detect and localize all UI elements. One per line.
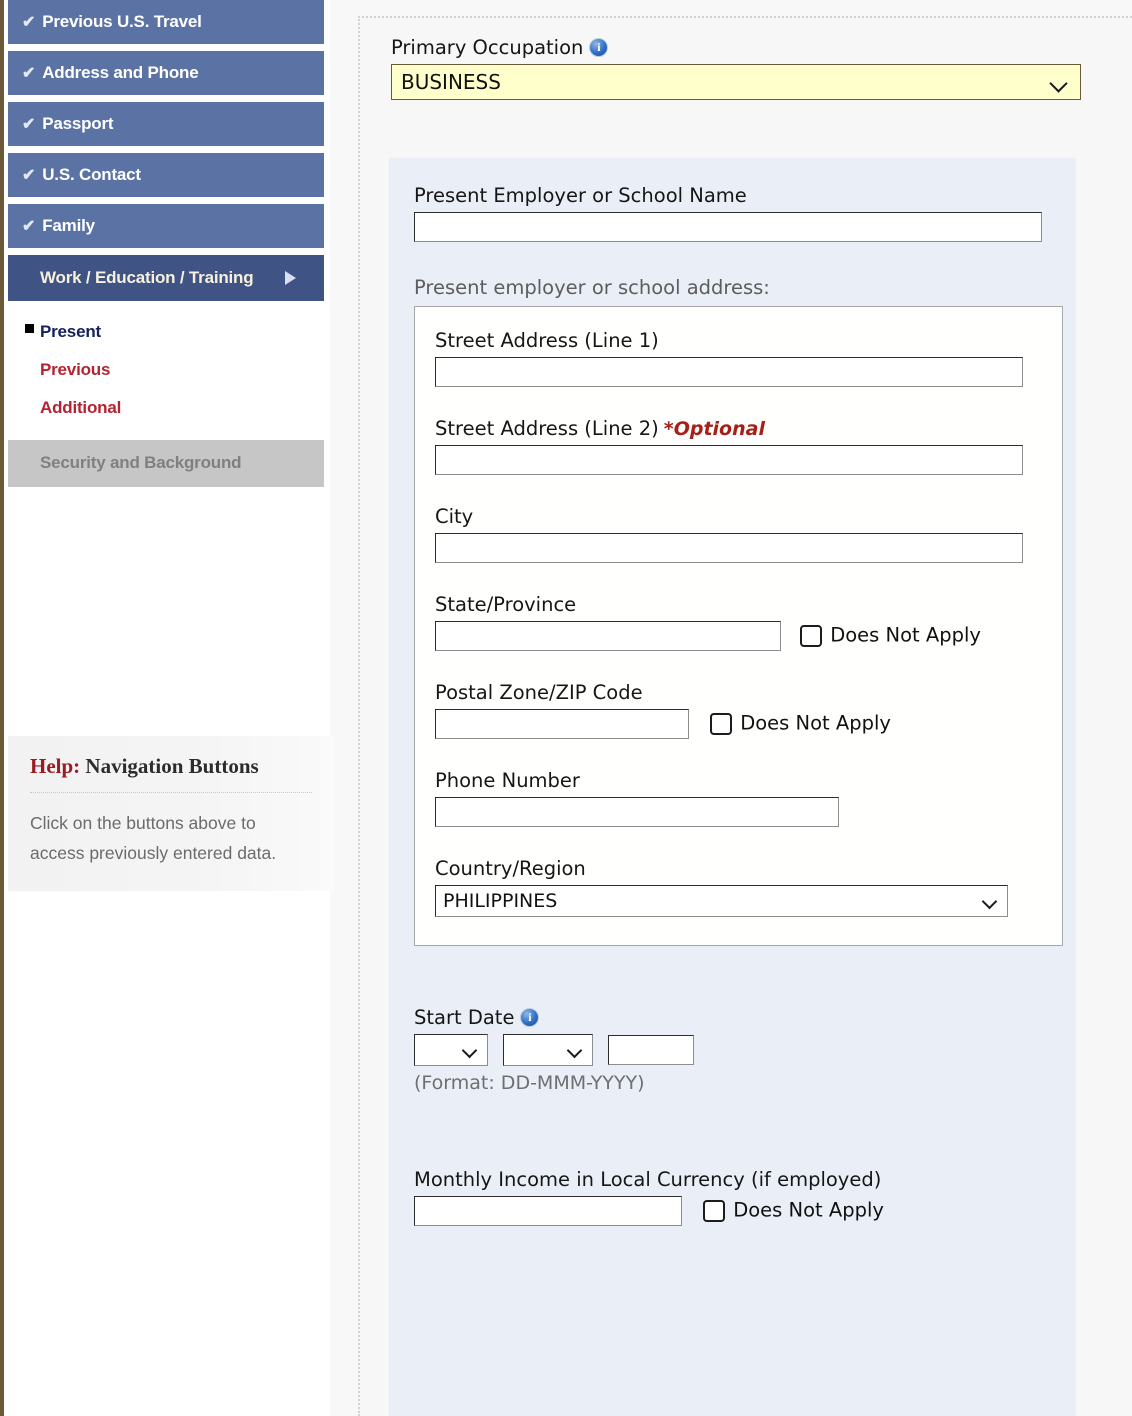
state-label: State/Province xyxy=(435,593,577,616)
primary-occupation-label-text: Primary Occupation xyxy=(391,36,584,59)
help-title: Help: Navigation Buttons xyxy=(30,754,312,793)
sidebar-item-passport[interactable]: ✔ Passport xyxy=(8,102,324,146)
city-input[interactable] xyxy=(435,533,1023,563)
sidebar-item-security-and-background: Security and Background xyxy=(8,440,324,487)
street2-label-text: Street Address (Line 2) xyxy=(435,417,659,440)
sidebar-item-address-and-phone[interactable]: ✔ Address and Phone xyxy=(8,51,324,95)
country-select[interactable]: PHILIPPINES xyxy=(435,885,1008,917)
sidebar-subitem-present[interactable]: Present xyxy=(4,313,330,351)
postal-does-not-apply-checkbox[interactable] xyxy=(710,712,733,735)
address-fieldset: Street Address (Line 1) Street Address (… xyxy=(414,306,1063,946)
start-date-label: Start Date xyxy=(414,1006,1076,1029)
employer-name-input[interactable] xyxy=(414,212,1042,242)
triangle-right-icon xyxy=(285,271,296,286)
sidebar: ✔ Previous U.S. Travel ✔ Address and Phone… xyxy=(0,0,334,1416)
sidebar-subitem-label: Present xyxy=(40,322,101,342)
postal-label: Postal Zone/ZIP Code xyxy=(435,681,643,704)
check-icon: ✔ xyxy=(22,65,36,82)
income-does-not-apply-checkbox[interactable] xyxy=(703,1199,726,1222)
primary-occupation-label: Primary Occupation xyxy=(391,36,1132,59)
state-does-not-apply-checkbox[interactable] xyxy=(800,624,823,647)
info-icon[interactable] xyxy=(589,38,609,57)
sidebar-item-label: Security and Background xyxy=(40,453,242,473)
street1-input[interactable] xyxy=(435,357,1023,387)
sidebar-item-family[interactable]: ✔ Family xyxy=(8,204,324,248)
monthly-income-row: Monthly Income in Local Currency (if emp… xyxy=(414,1168,1076,1226)
help-body: Click on the buttons above to access pre… xyxy=(30,813,277,863)
start-date-day-select[interactable] xyxy=(414,1034,488,1066)
sidebar-subitem-label: Additional xyxy=(40,398,122,418)
help-title-prefix: Help: xyxy=(30,754,81,778)
monthly-income-label: Monthly Income in Local Currency (if emp… xyxy=(414,1168,882,1191)
start-date-label-text: Start Date xyxy=(414,1006,515,1029)
city-row: City xyxy=(435,505,1062,563)
sidebar-subitem-additional[interactable]: Additional xyxy=(4,389,330,427)
city-label: City xyxy=(435,505,474,528)
sidebar-item-us-contact[interactable]: ✔ U.S. Contact xyxy=(8,153,324,197)
sidebar-subitem-previous[interactable]: Previous xyxy=(4,351,330,389)
street2-input[interactable] xyxy=(435,445,1023,475)
help-panel: Help: Navigation Buttons Click on the bu… xyxy=(8,736,334,891)
state-does-not-apply-label: Does Not Apply xyxy=(830,623,981,647)
sidebar-item-label: Previous U.S. Travel xyxy=(42,12,202,31)
country-label: Country/Region xyxy=(435,857,586,880)
start-date-month-select[interactable] xyxy=(503,1034,594,1066)
start-date-row: Start Date (Format: DD-MMM-YYYY) xyxy=(414,1006,1076,1094)
sidebar-item-label: U.S. Contact xyxy=(42,165,141,184)
check-icon: ✔ xyxy=(22,14,36,31)
monthly-income-input[interactable] xyxy=(414,1196,682,1226)
address-legend: Present employer or school address: xyxy=(414,276,770,299)
income-does-not-apply-label: Does Not Apply xyxy=(733,1198,884,1222)
help-title-text: Navigation Buttons xyxy=(85,754,259,778)
sidebar-item-label: Passport xyxy=(42,114,114,133)
postal-row: Postal Zone/ZIP Code Does Not Apply xyxy=(435,681,1062,739)
phone-label: Phone Number xyxy=(435,769,580,792)
sidebar-subitem-label: Previous xyxy=(40,360,111,380)
postal-input[interactable] xyxy=(435,709,689,739)
check-icon: ✔ xyxy=(22,218,36,235)
employer-name-row: Present Employer or School Name xyxy=(414,184,1076,242)
state-input[interactable] xyxy=(435,621,781,651)
check-icon: ✔ xyxy=(22,167,36,184)
phone-row: Phone Number xyxy=(435,769,1062,827)
start-date-year-input[interactable] xyxy=(608,1035,695,1065)
street2-label: Street Address (Line 2) *Optional xyxy=(435,417,1062,440)
sidebar-subnav: Present Previous Additional xyxy=(4,313,330,427)
postal-does-not-apply-label: Does Not Apply xyxy=(740,711,891,735)
check-icon: ✔ xyxy=(22,116,36,133)
street1-row: Street Address (Line 1) xyxy=(435,329,1062,387)
info-icon[interactable] xyxy=(520,1008,540,1027)
state-row: State/Province Does Not Apply xyxy=(435,593,1062,651)
sidebar-item-work-education-training[interactable]: Work / Education / Training xyxy=(8,255,324,302)
start-date-day-wrap xyxy=(414,1034,488,1066)
sidebar-item-previous-us-travel[interactable]: ✔ Previous U.S. Travel xyxy=(8,0,324,44)
bullet-icon xyxy=(25,324,34,334)
visa-application-page: ✔ Previous U.S. Travel ✔ Address and Phone… xyxy=(0,0,1132,1416)
country-select-wrap: PHILIPPINES xyxy=(435,885,1008,917)
present-employment-panel: Present Employer or School Name Present … xyxy=(389,158,1076,1416)
start-date-month-wrap xyxy=(493,1034,594,1066)
start-date-format-note: (Format: DD-MMM-YYYY) xyxy=(414,1072,645,1094)
sidebar-item-label: Address and Phone xyxy=(42,63,199,82)
employer-name-label: Present Employer or School Name xyxy=(414,184,747,207)
sidebar-item-label: Work / Education / Training xyxy=(40,268,254,287)
primary-occupation-select[interactable]: BUSINESS xyxy=(391,64,1081,100)
sidebar-item-label: Family xyxy=(42,216,95,235)
street2-row: Street Address (Line 2) *Optional xyxy=(435,417,1062,475)
phone-input[interactable] xyxy=(435,797,839,827)
country-row: Country/Region PHILIPPINES xyxy=(435,857,1062,917)
primary-occupation-select-wrap: BUSINESS xyxy=(391,64,1081,100)
street1-label: Street Address (Line 1) xyxy=(435,329,659,352)
optional-note: *Optional xyxy=(663,418,765,440)
